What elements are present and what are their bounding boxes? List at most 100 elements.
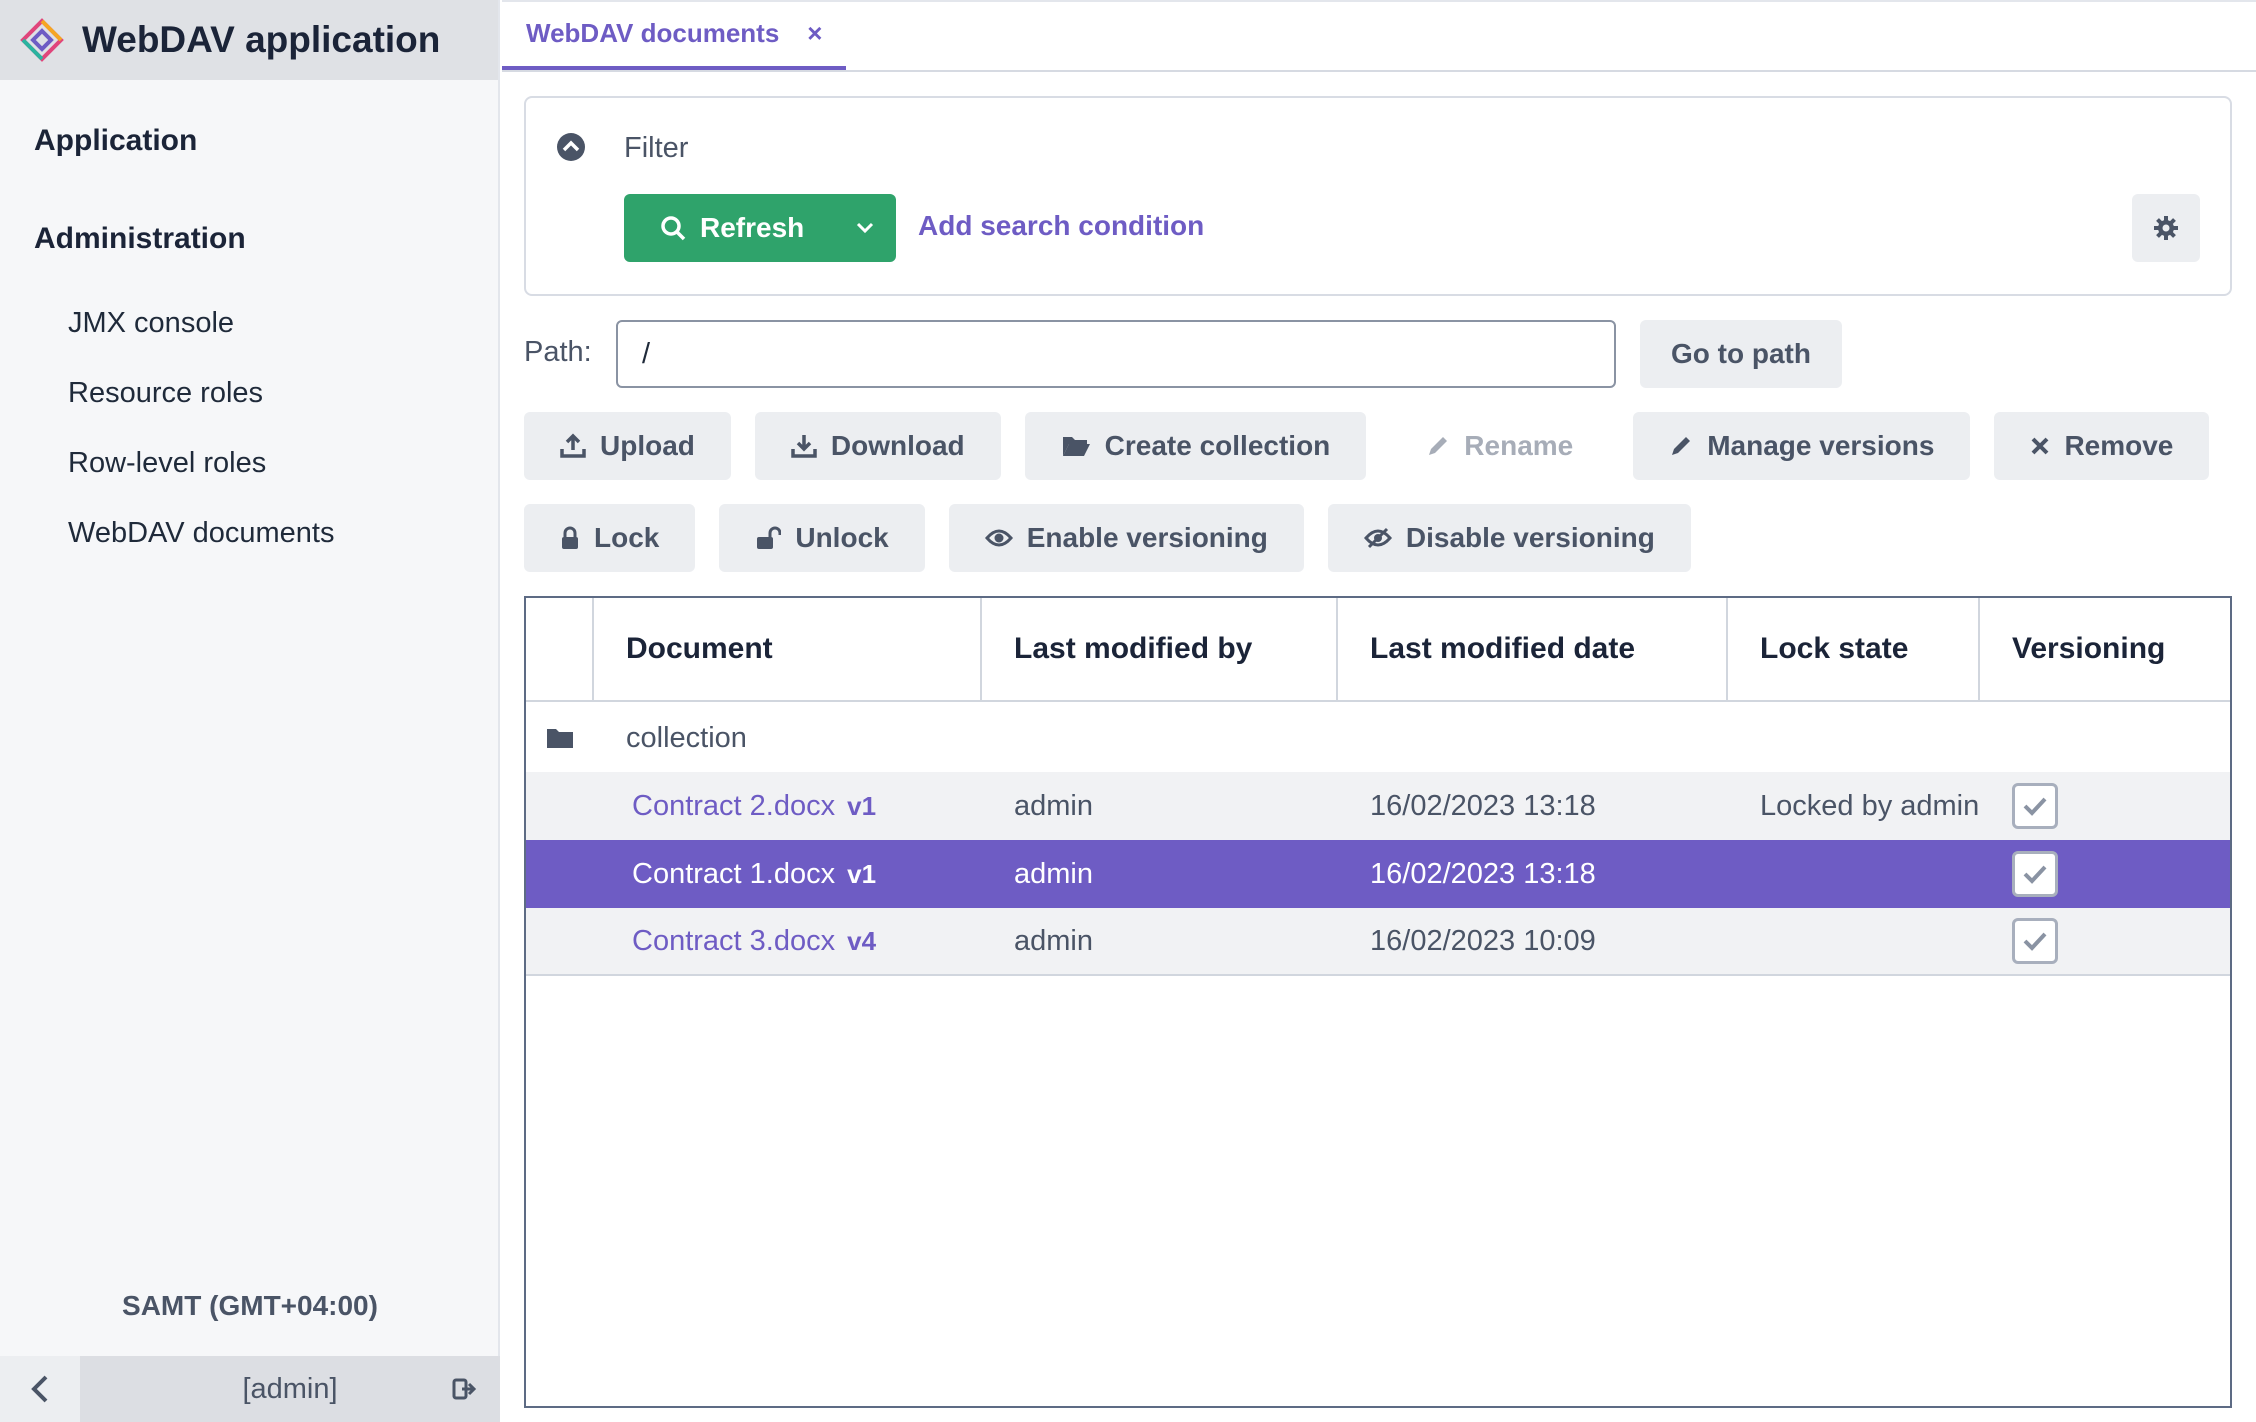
checkmark-icon [2023,865,2047,884]
user-indicator[interactable]: [admin] [80,1356,500,1422]
filter-settings-button[interactable] [2132,194,2200,262]
unlock-label: Unlock [795,522,889,553]
column-header-last-modified-by[interactable]: Last modified by [982,598,1338,700]
row-icon-cell [526,907,594,975]
enable-versioning-button[interactable]: Enable versioning [948,504,1304,572]
refresh-dropdown-button[interactable] [834,194,896,262]
tab-close-icon[interactable]: × [807,18,822,49]
download-label: Download [830,430,965,461]
user-name: [admin] [242,1372,338,1405]
upload-icon [560,433,586,458]
upload-button[interactable]: Upload [524,412,731,480]
document-link[interactable]: Contract 1.docx [632,858,835,891]
column-header-last-modified-date[interactable]: Last modified date [1338,598,1728,700]
filter-label: Filter [624,132,689,164]
table-row-selected[interactable]: Contract 1.docx v1 admin 16/02/2023 13:1… [526,840,2230,908]
upload-label: Upload [600,430,695,461]
document-cell: Contract 3.docx v4 [594,907,982,975]
close-icon [2032,437,2049,455]
gear-icon [2154,216,2178,240]
lock-state [1728,907,1980,975]
refresh-button[interactable]: Refresh [624,194,834,262]
sidebar-item-resource-roles[interactable]: Resource roles [0,358,498,428]
sidebar-item-jmx-console[interactable]: JMX console [0,288,498,358]
row-icon-cell [526,704,594,772]
menu-group-administration[interactable]: Administration [0,190,498,288]
eye-slash-icon [1363,527,1392,549]
document-name: collection [626,721,747,754]
eye-icon [984,529,1013,547]
document-cell: Contract 2.docx v1 [594,772,982,840]
app-logo-icon [20,18,64,62]
path-input[interactable] [616,320,1616,388]
rename-label: Rename [1464,430,1574,461]
column-header-lock-state[interactable]: Lock state [1728,598,1980,700]
table-header: Document Last modified by Last modified … [526,598,2230,702]
column-header-versioning[interactable]: Versioning [1980,598,2230,700]
modified-by: admin [1014,857,1093,890]
versioning-cell [1980,772,2230,840]
versioning-cell [1980,840,2230,908]
table-row[interactable]: Contract 2.docx v1 admin 16/02/2023 13:1… [526,772,2230,840]
sidebar-item-webdav-documents[interactable]: WebDAV documents [0,498,498,568]
main-content: WebDAV documents × Filter Refresh Add se… [502,0,2256,1422]
lock-state [1728,704,1980,772]
column-header-document[interactable]: Document [594,598,982,700]
versioning-checkbox[interactable] [2012,918,2058,964]
table-row[interactable]: collection [526,704,2230,772]
refresh-button-group: Refresh [624,194,896,262]
row-icon-cell [526,840,594,908]
modified-by: admin [1014,789,1093,822]
menu-group-application[interactable]: Application [0,92,498,190]
create-collection-label: Create collection [1104,430,1331,461]
versioning-checkbox[interactable] [2012,783,2058,829]
tab-label: WebDAV documents [526,17,780,48]
tab-webdav-documents[interactable]: WebDAV documents × [502,0,847,70]
disable-versioning-label: Disable versioning [1405,522,1655,553]
unlock-button[interactable]: Unlock [719,504,925,572]
logout-icon[interactable] [452,1376,478,1402]
modified-date: 16/02/2023 13:18 [1370,857,1596,890]
folder-icon [547,729,573,748]
create-collection-button[interactable]: Create collection [1024,412,1367,480]
sidebar-footer: [admin] [0,1356,500,1422]
checkmark-icon [2023,797,2047,816]
lock-label: Lock [594,522,660,553]
path-label: Path: [524,336,592,368]
version-badge[interactable]: v1 [847,791,876,822]
pencil-icon [1429,437,1448,455]
modified-date: 16/02/2023 10:09 [1370,924,1596,957]
enable-versioning-label: Enable versioning [1026,522,1268,553]
manage-versions-button[interactable]: Manage versions [1633,412,1971,480]
go-to-path-button[interactable]: Go to path [1640,320,1842,388]
toolbar-row-1: Upload Download Create collection Rename [524,412,2210,480]
documents-table: Document Last modified by Last modified … [524,596,2232,1408]
lock-state: Locked by admin [1760,789,1980,822]
add-search-condition-link[interactable]: Add search condition [918,210,1204,242]
document-link[interactable]: Contract 3.docx [632,925,835,958]
lock-button[interactable]: Lock [524,504,696,572]
remove-button[interactable]: Remove [1994,412,2210,480]
chevron-left-icon [31,1375,48,1403]
search-icon [661,216,686,241]
table-row[interactable]: Contract 3.docx v4 admin 16/02/2023 10:0… [526,908,2230,976]
version-badge[interactable]: v4 [847,926,876,957]
sidebar: WebDAV application Application Administr… [0,0,500,1422]
sidebar-item-row-level-roles[interactable]: Row-level roles [0,428,498,498]
chevron-up-circle-icon[interactable] [556,132,586,162]
row-icon-cell [526,772,594,840]
version-badge[interactable]: v1 [847,859,876,890]
disable-versioning-button[interactable]: Disable versioning [1327,504,1691,572]
chevron-down-icon [856,222,874,234]
download-button[interactable]: Download [754,412,1001,480]
modified-date: 16/02/2023 13:18 [1370,789,1596,822]
remove-label: Remove [2064,430,2174,461]
versioning-checkbox[interactable] [2012,851,2058,897]
collapse-sidebar-button[interactable] [0,1356,80,1422]
lock-icon [562,526,578,549]
rename-button[interactable]: Rename [1390,412,1609,480]
sidebar-header: WebDAV application [0,0,498,80]
modified-by: admin [1014,924,1093,957]
filter-panel: Filter Refresh Add search condition [524,96,2232,296]
document-link[interactable]: Contract 2.docx [632,790,835,823]
